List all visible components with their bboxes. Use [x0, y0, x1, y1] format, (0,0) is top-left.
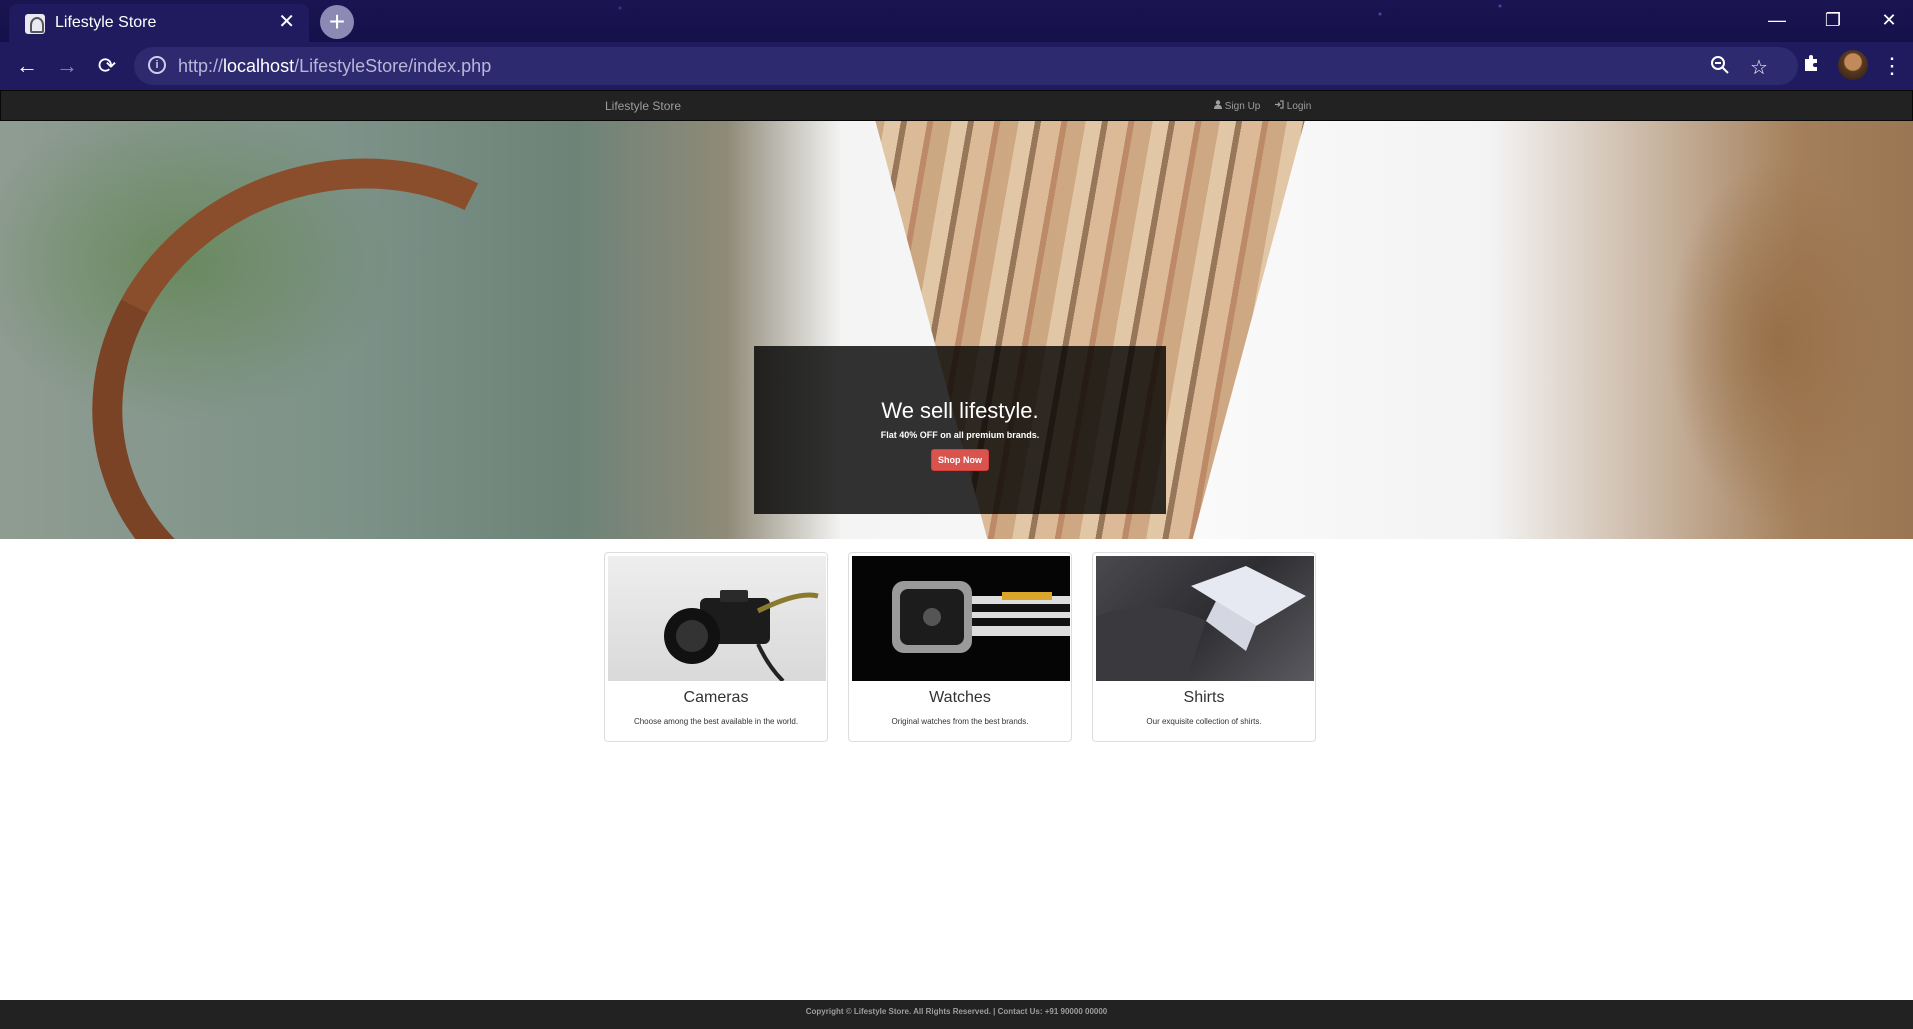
address-bar[interactable]: i http://localhost/LifestyleStore/index.… [134, 47, 1798, 85]
hero-overlay-box: We sell lifestyle. Flat 40% OFF on all p… [754, 346, 1166, 514]
login-label: Login [1286, 101, 1312, 112]
hero-banner: We sell lifestyle. Flat 40% OFF on all p… [0, 121, 1913, 539]
tab-title: Lifestyle Store [55, 14, 157, 31]
profile-avatar[interactable] [1838, 50, 1868, 80]
navbar-brand[interactable]: Lifestyle Store [605, 99, 681, 113]
product-title: Watches [929, 689, 991, 706]
menu-kebab-icon[interactable]: ⋮ [1878, 52, 1906, 80]
site-info-icon[interactable]: i [148, 56, 166, 74]
site-navbar: Lifestyle Store Sign Up Login [0, 90, 1913, 121]
browser-tab[interactable]: Lifestyle Store ✕ [9, 4, 309, 42]
watch-image [852, 556, 1070, 681]
shop-now-button[interactable]: Shop Now [931, 449, 989, 471]
forward-arrow-icon[interactable]: → [53, 52, 81, 80]
footer-copyright: Copyright © Lifestyle Store. All Rights … [805, 1007, 1108, 1016]
product-description: Original watches from the best brands. [891, 717, 1029, 726]
camera-image [608, 556, 826, 681]
product-description: Our exquisite collection of shirts. [1146, 717, 1262, 726]
login-link[interactable]: Login [1275, 100, 1311, 112]
browser-toolbar: ← → ⟳ i http://localhost/LifestyleStore/… [0, 42, 1913, 90]
hero-bag-strap [30, 121, 670, 539]
minimize-button[interactable]: — [1757, 6, 1797, 34]
signup-link[interactable]: Sign Up [1214, 100, 1260, 112]
shirt-image [1096, 556, 1314, 681]
signup-label: Sign Up [1224, 101, 1261, 112]
product-title: Cameras [683, 689, 749, 706]
reload-icon[interactable]: ⟳ [93, 52, 121, 80]
product-card-cameras[interactable]: Cameras Choose among the best available … [604, 552, 828, 742]
browser-tab-strip: Lifestyle Store ✕ + — ❐ ✕ [0, 0, 1913, 42]
site-favicon-icon [25, 14, 45, 34]
tab-close-icon[interactable]: ✕ [278, 12, 295, 32]
address-url[interactable]: http://localhost/LifestyleStore/index.ph… [178, 56, 491, 77]
zoom-icon[interactable] [1710, 55, 1730, 81]
login-icon [1275, 100, 1287, 112]
site-footer: Copyright © Lifestyle Store. All Rights … [0, 1000, 1913, 1029]
product-card-watches[interactable]: Watches Original watches from the best b… [848, 552, 1072, 742]
hero-title: We sell lifestyle. [881, 398, 1039, 423]
user-icon [1214, 100, 1225, 112]
new-tab-button[interactable]: + [320, 5, 354, 39]
web-page: Lifestyle Store Sign Up Login We sell li… [0, 90, 1913, 1029]
restore-button[interactable]: ❐ [1813, 6, 1853, 34]
product-description: Choose among the best available in the w… [633, 717, 799, 726]
hero-subtitle: Flat 40% OFF on all premium brands. [880, 430, 1040, 440]
bookmark-star-icon[interactable]: ☆ [1750, 55, 1768, 80]
back-arrow-icon[interactable]: ← [13, 52, 41, 80]
product-card-shirts[interactable]: Shirts Our exquisite collection of shirt… [1092, 552, 1316, 742]
extensions-puzzle-icon[interactable] [1798, 52, 1826, 80]
product-title: Shirts [1183, 689, 1225, 706]
close-window-button[interactable]: ✕ [1869, 6, 1909, 34]
